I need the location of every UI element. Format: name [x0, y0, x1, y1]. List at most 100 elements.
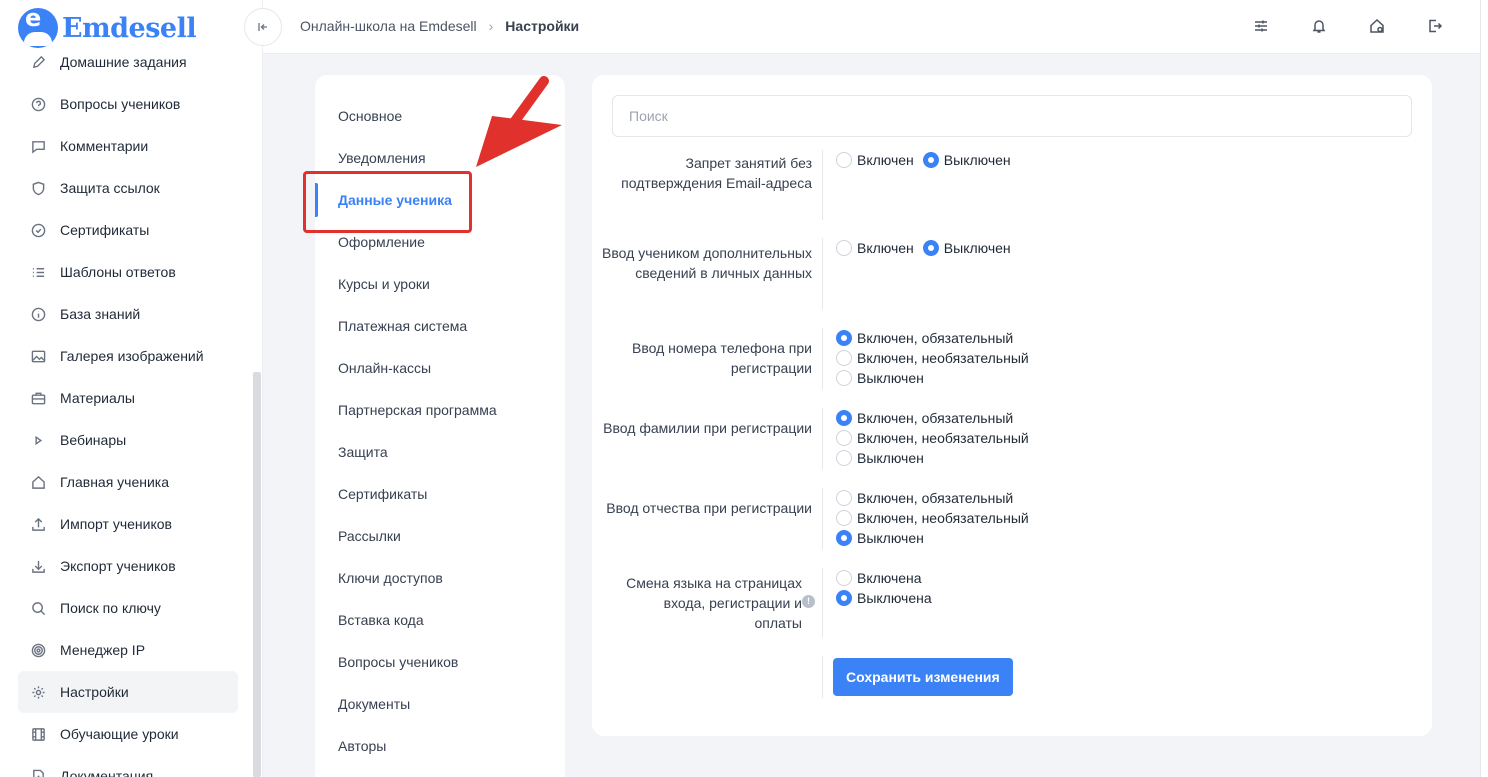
settings-nav-item[interactable]: Онлайн-кассы: [315, 347, 565, 389]
header-actions: [1252, 17, 1444, 35]
upload-icon: [30, 516, 46, 532]
radio-button-selected[interactable]: [836, 410, 852, 426]
settings-nav-item[interactable]: Партнерская программа: [315, 389, 565, 431]
radio-option[interactable]: Включен, необязательный: [836, 348, 1029, 368]
student-data-settings: Запрет занятий без подтверждения Email-а…: [592, 75, 1432, 736]
info-icon[interactable]: !: [802, 595, 815, 608]
radio-button[interactable]: [836, 450, 852, 466]
sidebar-item-key-search[interactable]: Поиск по ключу: [18, 587, 238, 629]
setting-label: Ввод отчества при регистрации: [606, 500, 812, 516]
settings-nav-item[interactable]: Платежная система: [315, 305, 565, 347]
search-input[interactable]: [612, 95, 1412, 137]
gear-icon: [30, 684, 46, 700]
radio-button[interactable]: [836, 240, 852, 256]
sidebar-item-link-protection[interactable]: Защита ссылок: [18, 167, 238, 209]
radio-button-selected[interactable]: [836, 330, 852, 346]
radio-button-selected[interactable]: [836, 590, 852, 606]
radio-option[interactable]: Выключен: [836, 368, 1029, 388]
settings-nav-item[interactable]: Вопросы учеников: [315, 641, 565, 683]
settings-nav-item[interactable]: Документы: [315, 683, 565, 725]
info-circle-icon: [30, 306, 46, 322]
breadcrumb-current: Настройки: [505, 18, 580, 34]
pencil-icon: [30, 54, 46, 70]
radio-button-selected[interactable]: [922, 240, 939, 256]
radio-option[interactable]: Включен, обязательный: [836, 488, 1029, 508]
radio-option[interactable]: Включен: [836, 238, 914, 258]
image-icon: [30, 348, 46, 364]
annotation-arrow-icon: [476, 76, 562, 167]
sidebar-item-settings[interactable]: Настройки: [18, 671, 238, 713]
radio-option[interactable]: Выключен: [836, 448, 1029, 468]
sidebar-item-import-students[interactable]: Импорт учеников: [18, 503, 238, 545]
radio-option[interactable]: Выключен: [922, 150, 1011, 170]
chevron-right-icon: ›: [488, 18, 494, 34]
radio-button[interactable]: [836, 350, 852, 366]
breadcrumb-school[interactable]: Онлайн-школа на Emdesell: [300, 18, 477, 34]
sidebar-item-materials[interactable]: Материалы: [18, 377, 238, 419]
settings-nav-item[interactable]: Авторы: [315, 725, 565, 767]
radio-option[interactable]: Выключена: [836, 588, 932, 608]
sidebar-scrollbar[interactable]: [253, 372, 261, 777]
radio-option[interactable]: Включен: [836, 150, 914, 170]
list-icon: [30, 264, 46, 280]
sidebar-item-homework[interactable]: Домашние задания: [18, 41, 238, 83]
sliders-icon[interactable]: [1252, 17, 1270, 35]
settings-nav-item[interactable]: Курсы и уроки: [315, 263, 565, 305]
radio-group: Включен Выключен: [836, 150, 1011, 170]
setting-label: Ввод номера телефона при регистрации: [632, 340, 812, 376]
save-changes-button[interactable]: Сохранить изменения: [833, 658, 1013, 696]
radio-group: Включен, обязательный Включен, необязате…: [836, 488, 1029, 548]
radio-button[interactable]: [836, 490, 852, 506]
logout-icon[interactable]: [1426, 17, 1444, 35]
radio-button-selected[interactable]: [922, 152, 939, 168]
settings-nav-item[interactable]: Ключи доступов: [315, 557, 565, 599]
radio-option[interactable]: Включен, необязательный: [836, 428, 1029, 448]
radio-option[interactable]: Включен, обязательный: [836, 328, 1029, 348]
setting-row-phone: Ввод номера телефона при регистрации Вкл…: [592, 328, 1432, 390]
radio-button[interactable]: [836, 152, 852, 168]
setting-label: Смена языка на страницах входа, регистра…: [626, 575, 802, 631]
radio-option[interactable]: Включен, необязательный: [836, 508, 1029, 528]
sidebar-item-documentation[interactable]: Документация: [18, 755, 238, 777]
radio-option[interactable]: Выключен: [836, 528, 1029, 548]
radio-button[interactable]: [836, 510, 852, 526]
setting-row-patronymic: Ввод отчества при регистрации Включен, о…: [592, 488, 1432, 550]
sidebar-item-comments[interactable]: Комментарии: [18, 125, 238, 167]
radio-option[interactable]: Выключен: [922, 238, 1011, 258]
sidebar-item-image-gallery[interactable]: Галерея изображений: [18, 335, 238, 377]
radio-option[interactable]: Включен, обязательный: [836, 408, 1029, 428]
sidebar-item-ip-manager[interactable]: Менеджер IP: [18, 629, 238, 671]
sidebar-item-tutorials[interactable]: Обучающие уроки: [18, 713, 238, 755]
radio-button[interactable]: [836, 370, 852, 386]
home-settings-icon[interactable]: [1368, 17, 1386, 35]
badge-check-icon: [30, 222, 46, 238]
sidebar-item-export-students[interactable]: Экспорт учеников: [18, 545, 238, 587]
radio-button[interactable]: [836, 430, 852, 446]
setting-row-email-confirmation: Запрет занятий без подтверждения Email-а…: [592, 150, 1432, 220]
radio-option[interactable]: Включена: [836, 568, 932, 588]
sidebar-item-student-questions[interactable]: Вопросы учеников: [18, 83, 238, 125]
settings-nav-item[interactable]: Вставка кода: [315, 599, 565, 641]
collapse-sidebar-button[interactable]: [244, 8, 282, 46]
collapse-icon: [258, 23, 267, 31]
sidebar-item-answer-templates[interactable]: Шаблоны ответов: [18, 251, 238, 293]
breadcrumb: Онлайн-школа на Emdesell › Настройки: [300, 18, 579, 34]
radio-group: Включен Выключен: [836, 238, 1011, 258]
radio-button-selected[interactable]: [836, 530, 852, 546]
sidebar-item-student-home[interactable]: Главная ученика: [18, 461, 238, 503]
sidebar-item-certificates[interactable]: Сертификаты: [18, 209, 238, 251]
settings-nav-item[interactable]: Защита: [315, 431, 565, 473]
sidebar-item-webinars[interactable]: Вебинары: [18, 419, 238, 461]
sidebar-item-knowledge-base[interactable]: База знаний: [18, 293, 238, 335]
briefcase-icon: [30, 390, 46, 406]
setting-label: Ввод фамилии при регистрации: [603, 420, 812, 436]
page-scrollbar[interactable]: [1480, 0, 1488, 777]
bell-icon[interactable]: [1310, 17, 1328, 35]
radio-group: Включен, обязательный Включен, необязате…: [836, 328, 1029, 388]
target-icon: [30, 642, 46, 658]
radio-button[interactable]: [836, 570, 852, 586]
sidebar: e Emdesell Домашние задания Вопросы учен…: [0, 0, 263, 777]
settings-nav-item[interactable]: Сертификаты: [315, 473, 565, 515]
settings-nav-item[interactable]: Рассылки: [315, 515, 565, 557]
setting-label: Ввод учеником дополнительных сведений в …: [602, 245, 812, 281]
